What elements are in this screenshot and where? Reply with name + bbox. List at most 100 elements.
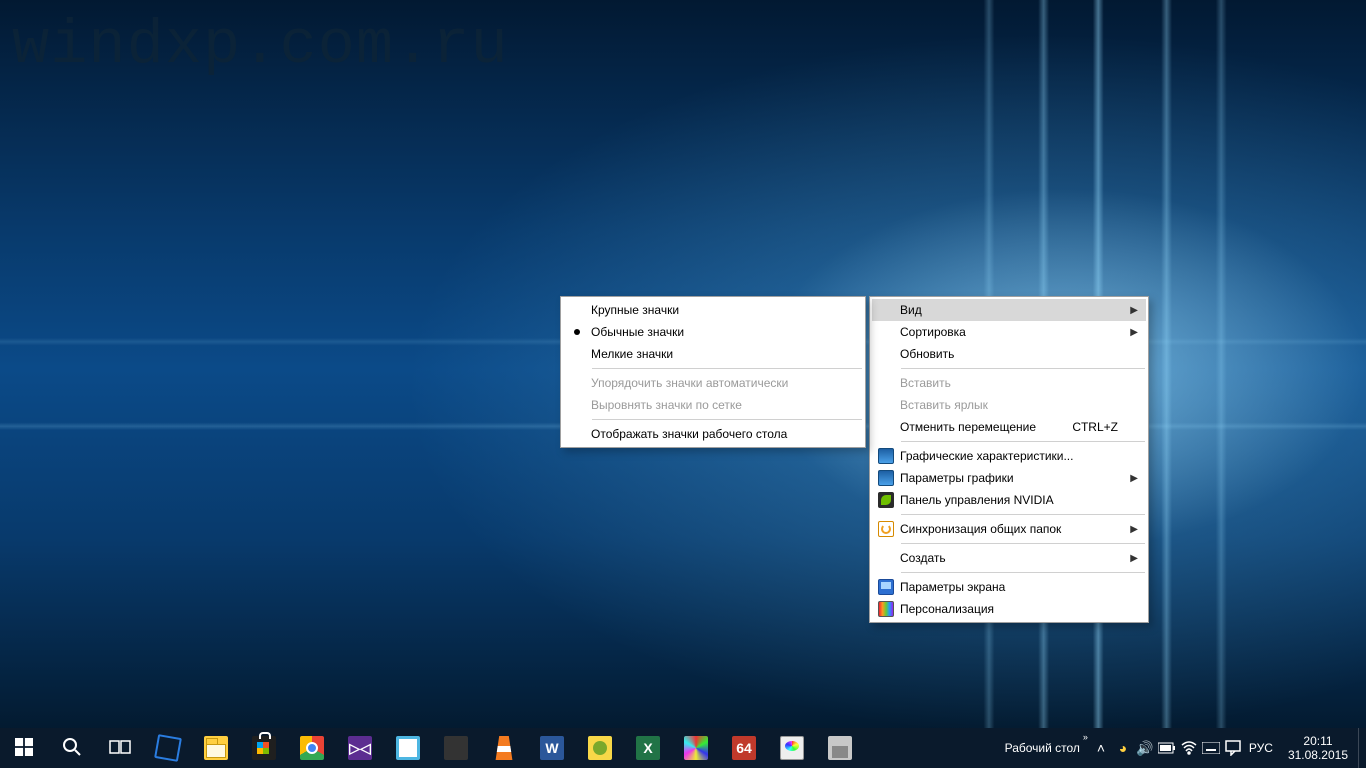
tray-volume[interactable]: 🔊 bbox=[1134, 728, 1156, 768]
taskbar-app-qip[interactable] bbox=[576, 728, 624, 768]
menu-new-label: Создать bbox=[900, 551, 1124, 565]
clock-time: 20:11 bbox=[1303, 734, 1332, 748]
submenu-auto-arrange[interactable]: Упорядочить значки автоматически bbox=[563, 372, 863, 394]
tray-language[interactable]: РУС bbox=[1244, 728, 1278, 768]
menu-paste-label: Вставить bbox=[900, 376, 1124, 390]
clock-date: 31.08.2015 bbox=[1288, 748, 1348, 762]
tray-yellow-icon: ◕ bbox=[1119, 740, 1127, 756]
qip-icon bbox=[588, 736, 612, 760]
submenu-small-icons-label: Мелкие значки bbox=[591, 347, 855, 361]
separator bbox=[901, 441, 1145, 442]
menu-display-settings-label: Параметры экрана bbox=[900, 580, 1124, 594]
menu-gfx-properties[interactable]: Графические характеристики... bbox=[872, 445, 1146, 467]
menu-undo-move-shortcut: CTRL+Z bbox=[1072, 420, 1124, 434]
menu-new[interactable]: Создать ▶ bbox=[872, 547, 1146, 569]
menu-personalize[interactable]: Персонализация bbox=[872, 598, 1146, 620]
personalize-icon bbox=[878, 601, 894, 617]
menu-sync-shared[interactable]: Синхронизация общих папок ▶ bbox=[872, 518, 1146, 540]
submenu-large-icons[interactable]: Крупные значки bbox=[563, 299, 863, 321]
word-icon: W bbox=[540, 736, 564, 760]
taskbar-app-word[interactable]: W bbox=[528, 728, 576, 768]
submenu-large-icons-label: Крупные значки bbox=[591, 303, 855, 317]
separator bbox=[901, 543, 1145, 544]
taskbar-app-paintnet[interactable] bbox=[672, 728, 720, 768]
tray-action-center[interactable] bbox=[1222, 728, 1244, 768]
separator bbox=[592, 419, 862, 420]
menu-view-label: Вид bbox=[900, 303, 1124, 317]
taskbar-app-explorer[interactable] bbox=[192, 728, 240, 768]
desktop-toolbar-label: Рабочий стол bbox=[1005, 741, 1080, 755]
action-center-icon bbox=[1225, 740, 1241, 756]
sync-icon bbox=[878, 521, 894, 537]
tray-battery[interactable] bbox=[1156, 728, 1178, 768]
menu-view[interactable]: Вид ▶ bbox=[872, 299, 1146, 321]
task-view-button[interactable] bbox=[96, 728, 144, 768]
menu-nvidia-panel[interactable]: Панель управления NVIDIA bbox=[872, 489, 1146, 511]
keyboard-icon bbox=[1202, 742, 1220, 754]
chevron-up-icon: ˄ bbox=[1097, 740, 1105, 756]
vlc-icon bbox=[492, 736, 516, 760]
system-tray: ˄ ◕ 🔊 РУС 20:11 31.08.2015 bbox=[1090, 728, 1366, 768]
show-desktop-button[interactable] bbox=[1358, 728, 1364, 768]
taskbar-app-chrome[interactable] bbox=[288, 728, 336, 768]
taskbar-app-store[interactable] bbox=[240, 728, 288, 768]
menu-display-settings[interactable]: Параметры экрана bbox=[872, 576, 1146, 598]
chrome-icon bbox=[300, 736, 324, 760]
aida64-icon: 64 bbox=[732, 736, 756, 760]
display-icon bbox=[878, 579, 894, 595]
tray-overflow[interactable]: ˄ bbox=[1090, 728, 1112, 768]
tray-app-1[interactable]: ◕ bbox=[1112, 728, 1134, 768]
taskbar-app-paint[interactable] bbox=[768, 728, 816, 768]
taskbar-app-notepad[interactable] bbox=[384, 728, 432, 768]
taskbar-app-edge[interactable] bbox=[144, 728, 192, 768]
taskbar-app-visual-studio[interactable]: ▷◁ bbox=[336, 728, 384, 768]
separator bbox=[901, 514, 1145, 515]
menu-undo-move[interactable]: Отменить перемещение CTRL+Z bbox=[872, 416, 1146, 438]
chevron-right-icon: ▶ bbox=[1124, 524, 1138, 535]
intel-icon bbox=[878, 470, 894, 486]
volume-icon: 🔊 bbox=[1136, 740, 1153, 757]
submenu-align-grid[interactable]: Выровнять значки по сетке bbox=[563, 394, 863, 416]
search-button[interactable] bbox=[48, 728, 96, 768]
menu-gfx-params-label: Параметры графики bbox=[900, 471, 1124, 485]
intel-icon bbox=[878, 448, 894, 464]
menu-gfx-params[interactable]: Параметры графики ▶ bbox=[872, 467, 1146, 489]
excel-icon: X bbox=[636, 736, 660, 760]
separator bbox=[592, 368, 862, 369]
menu-sort-label: Сортировка bbox=[900, 325, 1124, 339]
radio-dot-icon bbox=[574, 329, 580, 335]
taskbar: ▷◁ W X 64 Рабочий стол » ˄ ◕ 🔊 РУС 20:11 bbox=[0, 728, 1366, 768]
submenu-show-desktop-icons-label: Отображать значки рабочего стола bbox=[591, 427, 855, 441]
tray-keyboard[interactable] bbox=[1200, 728, 1222, 768]
chevron-double-icon: » bbox=[1083, 732, 1088, 742]
device-icon bbox=[828, 736, 852, 760]
menu-personalize-label: Персонализация bbox=[900, 602, 1124, 616]
submenu-small-icons[interactable]: Мелкие значки bbox=[563, 343, 863, 365]
menu-paste-shortcut: Вставить ярлык bbox=[872, 394, 1146, 416]
notepad-icon bbox=[396, 736, 420, 760]
taskbar-app-vlc[interactable] bbox=[480, 728, 528, 768]
menu-paste: Вставить bbox=[872, 372, 1146, 394]
taskbar-app-excel[interactable]: X bbox=[624, 728, 672, 768]
taskbar-app-calculator[interactable] bbox=[432, 728, 480, 768]
tray-wifi[interactable] bbox=[1178, 728, 1200, 768]
menu-refresh[interactable]: Обновить bbox=[872, 343, 1146, 365]
start-button[interactable] bbox=[0, 728, 48, 768]
submenu-align-grid-label: Выровнять значки по сетке bbox=[591, 398, 855, 412]
taskbar-app-aida64[interactable]: 64 bbox=[720, 728, 768, 768]
desktop-context-menu: Вид ▶ Сортировка ▶ Обновить Вставить Вст… bbox=[869, 296, 1149, 623]
tray-clock[interactable]: 20:11 31.08.2015 bbox=[1278, 728, 1358, 768]
paintnet-icon bbox=[684, 736, 708, 760]
desktop-toolbar[interactable]: Рабочий стол » bbox=[995, 728, 1090, 768]
language-label: РУС bbox=[1249, 741, 1273, 755]
view-submenu: Крупные значки Обычные значки Мелкие зна… bbox=[560, 296, 866, 448]
submenu-medium-icons[interactable]: Обычные значки bbox=[563, 321, 863, 343]
taskbar-app-device[interactable] bbox=[816, 728, 864, 768]
windows-logo-icon bbox=[15, 738, 33, 759]
menu-undo-move-label: Отменить перемещение bbox=[900, 420, 1072, 434]
battery-icon bbox=[1158, 742, 1176, 754]
menu-sort[interactable]: Сортировка ▶ bbox=[872, 321, 1146, 343]
paint-icon bbox=[780, 736, 804, 760]
submenu-show-desktop-icons[interactable]: Отображать значки рабочего стола bbox=[563, 423, 863, 445]
nvidia-icon bbox=[878, 492, 894, 508]
